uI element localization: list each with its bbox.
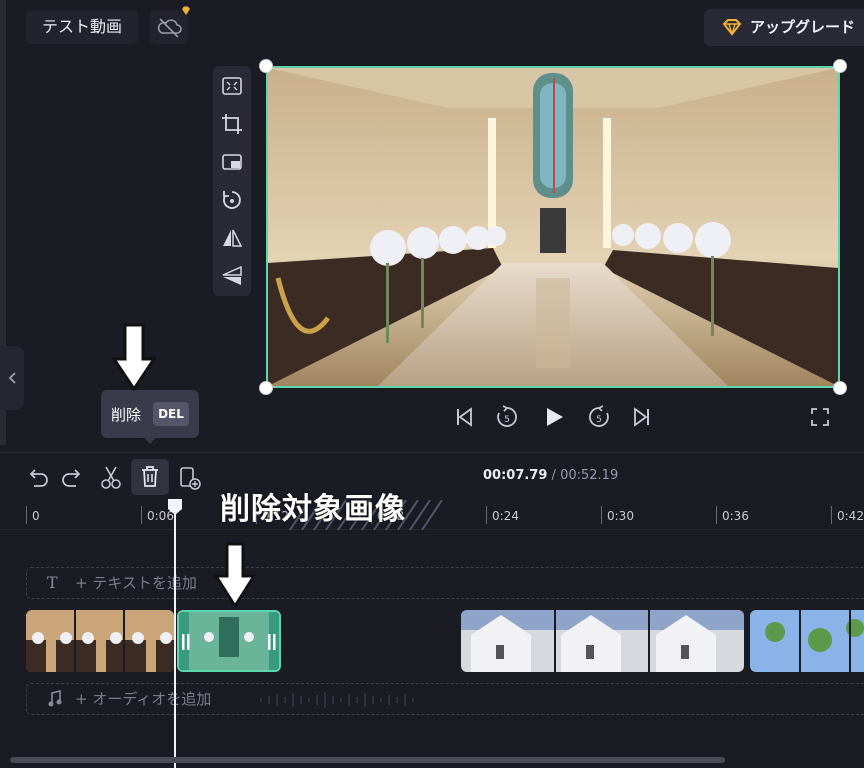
playhead-line <box>174 506 176 768</box>
ruler-tick <box>26 506 27 524</box>
upgrade-button[interactable]: アップグレード <box>704 9 864 46</box>
ruler-tick <box>486 506 487 524</box>
chapel-image <box>268 68 838 386</box>
flip-horizontal-icon[interactable] <box>220 226 244 250</box>
clip-thumbnails <box>750 610 864 672</box>
diamond-icon <box>722 19 742 36</box>
add-text-track[interactable]: T + テキストを追加 <box>26 567 864 599</box>
selected-video-clip[interactable] <box>177 610 281 672</box>
ruler-label: 0:24 <box>492 509 519 523</box>
video-preview[interactable] <box>266 66 840 388</box>
forward-5-label: 5 <box>596 415 602 425</box>
fullscreen-icon[interactable] <box>808 405 832 429</box>
premium-gem-icon <box>182 6 190 15</box>
music-note-icon <box>48 690 62 707</box>
skip-back-icon[interactable] <box>452 405 476 429</box>
scissors-icon[interactable] <box>96 464 126 492</box>
trim-handle-left-icon[interactable] <box>181 632 191 652</box>
video-clip[interactable] <box>750 610 864 672</box>
clip-thumbnails <box>179 612 279 670</box>
resize-handle-bottom-left[interactable] <box>259 381 273 395</box>
undo-icon[interactable] <box>22 464 52 492</box>
preview-toolbar <box>213 66 251 296</box>
panel-divider <box>0 452 864 453</box>
video-clip[interactable] <box>26 610 174 672</box>
resize-handle-top-left[interactable] <box>259 59 273 73</box>
tooltip-shortcut-key: DEL <box>153 402 189 426</box>
trim-handle-right-icon[interactable] <box>267 632 277 652</box>
ruler-label: 0:36 <box>722 509 749 523</box>
rewind-5-label: 5 <box>504 415 510 425</box>
ruler-label: 0:30 <box>607 509 634 523</box>
ruler-label: 0 <box>32 509 40 523</box>
annotation-arrow-down-icon <box>112 323 156 391</box>
video-clip[interactable] <box>461 610 744 672</box>
ruler-tick <box>716 506 717 524</box>
chevron-left-icon <box>8 372 16 384</box>
ruler-tick <box>831 506 832 524</box>
video-editor: テスト動画 アップグレード 5 5 削除 DEL 00:07.79 / 00:5… <box>0 0 864 768</box>
add-media-icon[interactable] <box>175 464 205 492</box>
trash-icon <box>142 466 158 487</box>
waveform-placeholder <box>260 692 414 708</box>
ruler-tick <box>601 506 602 524</box>
resize-handle-bottom-right[interactable] <box>833 381 847 395</box>
add-text-label: + テキストを追加 <box>75 574 197 592</box>
text-icon: T <box>47 573 58 592</box>
play-icon[interactable] <box>542 405 566 429</box>
timeline-scrollbar[interactable] <box>10 757 725 763</box>
ruler-tick <box>141 506 142 524</box>
tooltip-label: 削除 <box>111 406 142 424</box>
ruler-label: 0:42 <box>837 509 864 523</box>
annotation-arrow-down-icon <box>214 542 256 608</box>
sidebar-toggle-button[interactable] <box>0 346 24 410</box>
timecode: 00:07.79 / 00:52.19 <box>483 468 618 483</box>
time-separator: / <box>547 468 561 483</box>
picture-in-picture-icon[interactable] <box>220 150 244 174</box>
add-audio-label: + オーディオを追加 <box>75 690 212 708</box>
project-title-button[interactable]: テスト動画 <box>26 10 138 44</box>
upgrade-label: アップグレード <box>750 18 856 36</box>
current-time: 00:07.79 <box>483 468 548 483</box>
crop-icon[interactable] <box>220 112 244 136</box>
delete-tooltip: 削除 DEL <box>101 390 199 444</box>
delete-button[interactable] <box>131 459 169 495</box>
flip-vertical-icon[interactable] <box>220 264 244 288</box>
add-audio-track[interactable]: + オーディオを追加 <box>26 683 864 715</box>
redo-icon[interactable] <box>58 464 88 492</box>
playhead-handle[interactable] <box>167 498 183 516</box>
tooltip-pointer <box>143 436 157 444</box>
total-duration: 00:52.19 <box>560 468 619 483</box>
expand-icon[interactable] <box>220 74 244 98</box>
rewind-5-icon[interactable]: 5 <box>495 405 519 429</box>
skip-forward-icon[interactable] <box>630 405 654 429</box>
forward-5-icon[interactable]: 5 <box>587 405 611 429</box>
clip-thumbnails <box>461 610 744 672</box>
resize-handle-top-right[interactable] <box>833 59 847 73</box>
annotation-label: 削除対象画像 <box>220 492 406 527</box>
rotate-icon[interactable] <box>220 188 244 212</box>
clip-thumbnails <box>26 610 174 672</box>
